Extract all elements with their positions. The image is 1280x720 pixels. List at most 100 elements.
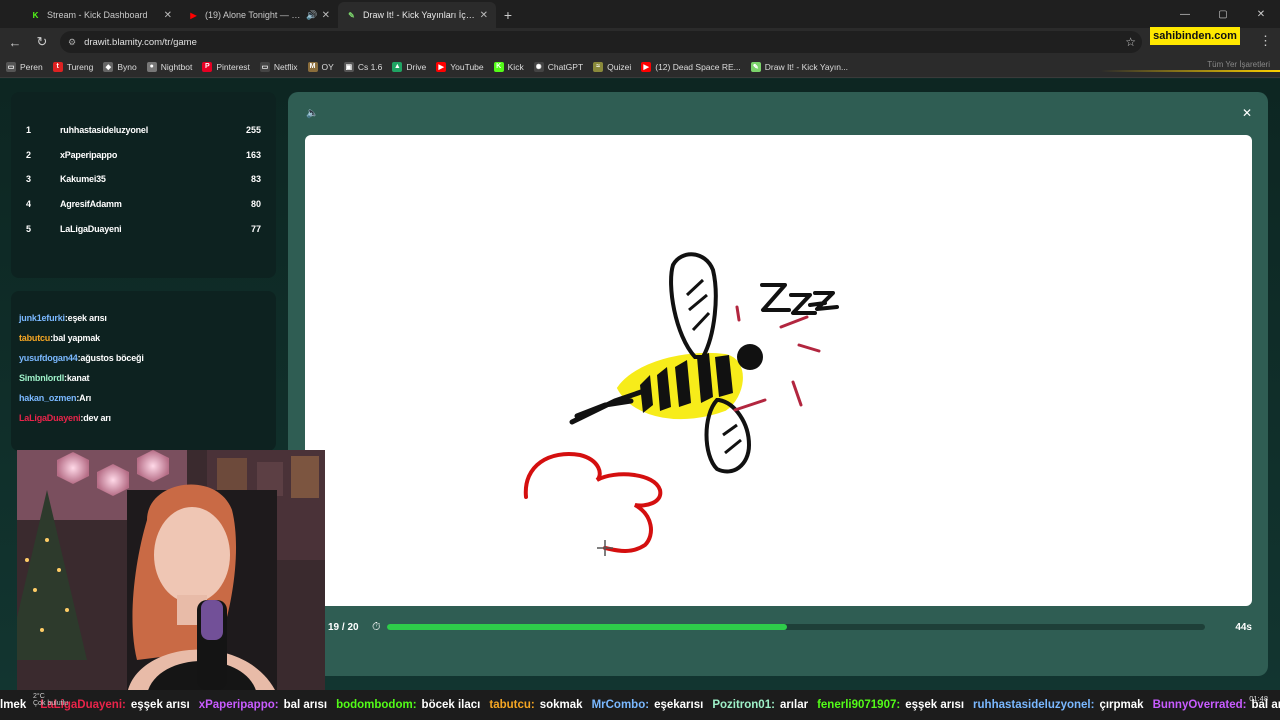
leaderboard-rank: 4: [26, 199, 32, 210]
ticker-username: lmek: [0, 699, 27, 711]
browser-menu-icon[interactable]: ⋮: [1259, 33, 1272, 49]
tab-label: (19) Alone Tonight — Jazz H: [205, 10, 302, 20]
cursor-crosshair-icon: [597, 540, 613, 556]
all-bookmarks-link[interactable]: Tüm Yer İşaretleri: [1207, 60, 1270, 69]
chat-message: Simbnlordl:kanat: [19, 373, 90, 383]
chat-username[interactable]: hakan_ozmen: [19, 393, 77, 403]
bookmark-item[interactable]: ▲ Drive: [392, 61, 426, 72]
leaderboard-row: 2 xPaperipappo 163: [11, 145, 276, 165]
leaderboard-row: 3 Kakumei35 83: [11, 169, 276, 189]
chat-username[interactable]: yusufdogan44: [19, 353, 78, 363]
ticker-username: fenerli9071907:: [817, 699, 901, 711]
leaderboard-score: 77: [250, 223, 261, 234]
tab-audio-icon[interactable]: 🔊: [306, 10, 317, 21]
chat-text: eşek arısı: [67, 313, 107, 323]
ticker-text: böcek ilacı: [421, 699, 481, 711]
ticker-message: bodombodom: böcek ilacı: [336, 699, 480, 711]
chat-message: yusufdogan44:ağustos böceği: [19, 353, 144, 363]
webcam-overlay: [17, 450, 325, 694]
bookmark-item[interactable]: ✺ ChatGPT: [533, 61, 583, 72]
speaker-icon[interactable]: 🔈: [306, 108, 318, 119]
leaderboard-name: xPaperipappo: [60, 149, 118, 160]
tab-list: K Stream - Kick Dashboard ✕ ▶ (19) Alone Ton…: [22, 2, 496, 28]
chat-username[interactable]: junk1efurki: [19, 313, 65, 323]
browser-tab[interactable]: ✎ Draw It! - Kick Yayınları İçin Çiz ✕: [338, 2, 496, 28]
bookmark-item[interactable]: M OY: [307, 61, 334, 72]
bookmark-favicon-icon: ▶: [641, 61, 652, 72]
close-window-icon[interactable]: ✕: [1242, 0, 1280, 28]
leaderboard-name: LaLigaDuayeni: [60, 223, 122, 234]
leaderboard-name: AgresifAdamm: [60, 199, 122, 210]
bookmark-label: Peren: [20, 61, 43, 72]
tab-close-icon[interactable]: ✕: [322, 10, 330, 21]
bookmark-item[interactable]: t Tureng: [52, 61, 93, 72]
bookmark-favicon-icon: ◆: [103, 61, 114, 72]
bookmark-label: Cs 1.6: [357, 61, 383, 72]
bookmark-favicon-icon: ●: [146, 61, 157, 72]
back-icon[interactable]: ←: [3, 30, 27, 54]
motion-line: [735, 305, 741, 322]
browser-tab[interactable]: ▶ (19) Alone Tonight — Jazz H 🔊 ✕: [180, 2, 338, 28]
leaderboard-score: 80: [250, 199, 261, 210]
bookmark-item[interactable]: K Kick: [493, 61, 524, 72]
seconds-left: 44s: [1235, 621, 1252, 633]
bookmark-item[interactable]: ▶ YouTube: [436, 61, 484, 72]
tab-favicon-icon: K: [32, 10, 39, 20]
ticker-message: ruhhastasideluzyonel: çırpmak: [973, 699, 1144, 711]
maximize-icon[interactable]: ▢: [1204, 0, 1242, 28]
drawing-canvas[interactable]: [305, 135, 1252, 606]
tab-label: Draw It! - Kick Yayınları İçin Çiz: [363, 10, 476, 20]
close-game-icon[interactable]: ✕: [1242, 106, 1252, 120]
motion-line: [733, 398, 767, 412]
bookmark-item[interactable]: P Pinterest: [202, 61, 250, 72]
ad-banner[interactable]: sahibinden.com: [1150, 27, 1240, 45]
new-tab-button[interactable]: +: [496, 2, 520, 28]
chat-username[interactable]: tabutcu: [19, 333, 50, 343]
tab-close-icon[interactable]: ✕: [164, 10, 172, 21]
leaderboard-rank: 1: [26, 125, 32, 135]
motion-line: [791, 380, 803, 407]
zzz-letters: [760, 283, 839, 315]
bookmark-item[interactable]: ▭ Peren: [6, 61, 43, 72]
bookmark-item[interactable]: ◆ Byno: [103, 61, 137, 72]
bee-wing-vein: [685, 278, 711, 332]
bookmark-item[interactable]: ● Nightbot: [146, 61, 192, 72]
tab-close-icon[interactable]: ✕: [480, 10, 488, 21]
leaderboard-rank: 3: [26, 174, 32, 185]
motion-line: [797, 343, 821, 353]
bookmark-favicon-icon: t: [52, 61, 63, 72]
browser-tab[interactable]: K Stream - Kick Dashboard ✕: [22, 2, 180, 28]
timer-icon: ⏱: [372, 620, 381, 633]
game-panel: 🔈 ✕ 19 / 20 ⏱ 44s: [288, 92, 1268, 676]
weather-widget[interactable]: 2°C Çok bulutlu: [33, 693, 68, 707]
tab-favicon-icon: ▶: [190, 10, 197, 20]
reload-icon[interactable]: ↻: [30, 30, 54, 54]
bookmark-favicon-icon: ✺: [533, 61, 544, 72]
webcam-scene: [17, 450, 325, 694]
bookmark-favicon-icon: K: [493, 61, 504, 72]
leaderboard-rank: 5: [26, 223, 32, 234]
chat-panel: junk1efurki:eşek arısı tabutcu:bal yapmak…: [11, 291, 276, 451]
bookmark-item[interactable]: ≈ Quizei: [593, 61, 631, 72]
ticker-username: bodombodom:: [336, 699, 417, 711]
tab-favicon-icon: ✎: [348, 10, 355, 20]
chat-text: ağustos böceği: [80, 353, 144, 363]
chat-text: dev arı: [83, 413, 111, 423]
bookmark-item[interactable]: ✎ Draw It! - Kick Yayın...: [750, 61, 848, 72]
leaderboard-row: 4 AgresifAdamm 80: [11, 194, 276, 214]
ticker-message: Pozitron01: arılar: [712, 699, 808, 711]
bookmark-item[interactable]: ▣ Cs 1.6: [343, 61, 383, 72]
site-info-icon[interactable]: ⚙: [68, 37, 76, 48]
chat-text: bal yapmak: [52, 333, 100, 343]
bookmark-item[interactable]: ▭ Netflix: [259, 61, 298, 72]
clock[interactable]: 01:48: [1249, 694, 1268, 703]
minimize-icon[interactable]: —: [1166, 0, 1204, 28]
leaderboard-score: 163: [245, 149, 261, 160]
bookmark-star-icon[interactable]: ☆: [1125, 35, 1136, 49]
chat-username[interactable]: LaLigaDuayeni: [19, 413, 81, 423]
url-bar[interactable]: ⚙ drawit.blamity.com/tr/game ☆: [60, 31, 1142, 53]
weather-desc: Çok bulutlu: [33, 700, 69, 707]
chat-username[interactable]: Simbnlordl: [19, 373, 64, 383]
bookmark-item[interactable]: ▶ (12) Dead Space RE...: [641, 61, 741, 72]
leaderboard-row: 5 LaLigaDuayeni 77: [11, 219, 276, 239]
